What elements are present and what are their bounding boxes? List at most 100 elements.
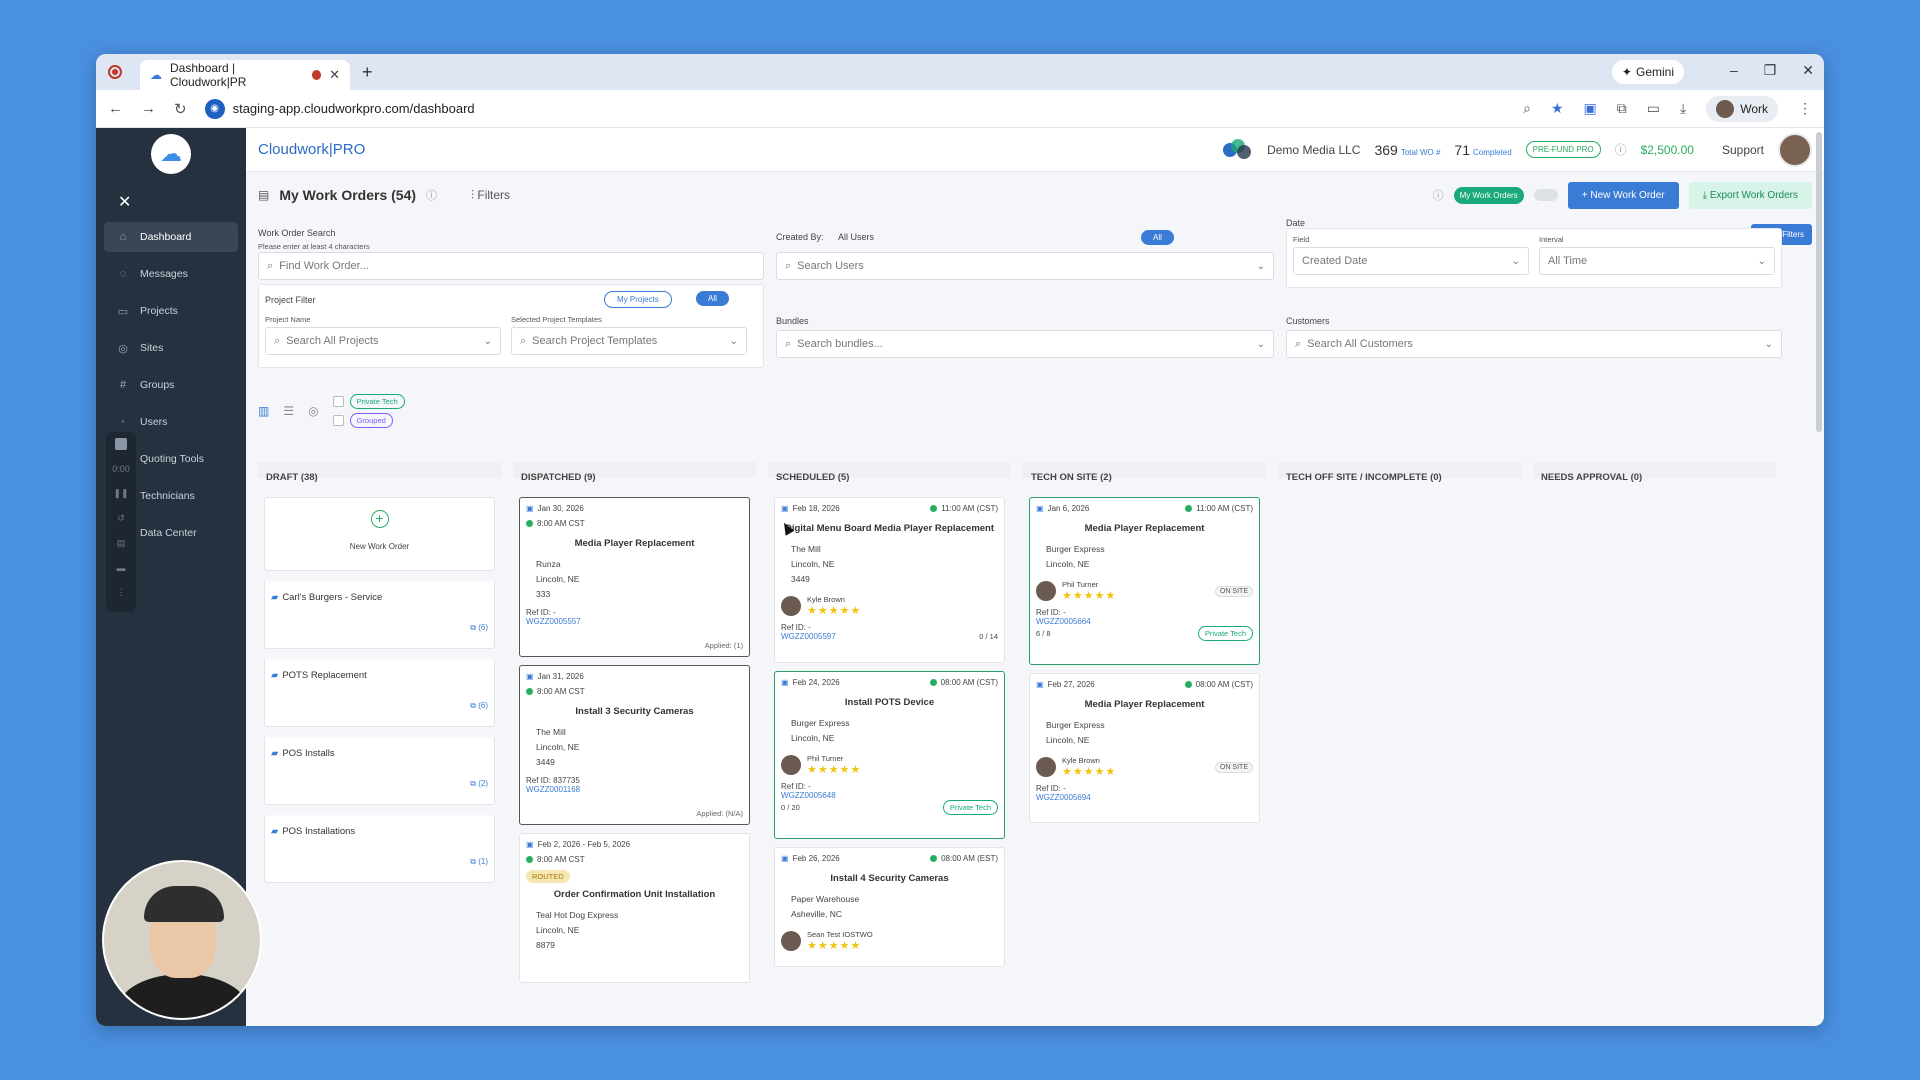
page-title: My Work Orders (54) <box>279 187 417 203</box>
my-projects-pill[interactable]: My Projects <box>604 291 672 308</box>
forward-icon[interactable]: → <box>141 100 156 117</box>
close-tab-icon[interactable]: ✕ <box>329 67 340 83</box>
restore-icon[interactable]: ❐ <box>1764 62 1777 79</box>
work-order-link[interactable]: WGZZ0001168 <box>526 785 743 794</box>
puzzle-icon[interactable]: ⧉ <box>1617 100 1627 117</box>
bundles-select[interactable]: ⌕ Search bundles... ⌄ <box>776 330 1274 358</box>
calendar-icon: ▣ <box>1036 680 1044 689</box>
sidebar-item-messages[interactable]: ◌ Messages <box>104 259 238 289</box>
work-order-link[interactable]: WGZZ0005597 <box>781 632 836 641</box>
customers-select[interactable]: ⌕ Search All Customers ⌄ <box>1286 330 1782 358</box>
status-dot-icon <box>526 688 533 696</box>
list-view-icon[interactable]: ☰ <box>283 404 294 418</box>
card-title: Install POTS Device <box>844 697 935 708</box>
address-bar: ← → ↻ ◉ staging-app.cloudworkpro.com/das… <box>96 90 1824 128</box>
title-info-icon[interactable]: ⓘ <box>426 187 437 203</box>
gemini-button[interactable]: ✦ Gemini <box>1611 60 1684 84</box>
pause-icon[interactable]: ❚❚ <box>113 488 128 499</box>
sidebar-item-projects[interactable]: ▭ Projects <box>104 296 238 326</box>
brand-name[interactable]: Cloudwork|PRO <box>258 141 365 158</box>
download-icon[interactable]: ⤓ <box>1680 100 1686 117</box>
created-by-label: Created By: <box>776 232 824 242</box>
menu-dots-icon[interactable]: ⋮ <box>1798 100 1812 117</box>
work-order-link[interactable]: WGZZ0005664 <box>1036 617 1253 626</box>
date-field-select[interactable]: Created Date ⌄ <box>1293 247 1529 275</box>
board-view-icon[interactable]: ▥ <box>258 404 269 418</box>
new-work-order-card[interactable]: + New Work Order <box>264 497 495 571</box>
draft-project-item[interactable]: ▰ POTS Replacement ⧉ (6) <box>264 657 495 727</box>
scrollbar[interactable] <box>1816 132 1822 432</box>
bookmark-star-icon[interactable]: ★ <box>1551 100 1564 117</box>
templates-select[interactable]: ⌕ Search Project Templates ⌄ <box>511 327 747 355</box>
work-order-card[interactable]: ▣ Feb 24, 2026 08:00 AM (CST) Install POTS… <box>774 671 1005 839</box>
restart-icon[interactable]: ↺ <box>117 513 125 524</box>
grouped-checkbox[interactable] <box>332 415 344 426</box>
close-sidebar-icon[interactable]: ✕ <box>118 192 246 212</box>
url-field[interactable]: ◉ staging-app.cloudworkpro.com/dashboard <box>204 98 1506 119</box>
work-order-card[interactable]: ▣ Jan 30, 2026 8:00 AM CST Media Player R… <box>519 497 750 657</box>
company-name[interactable]: Demo Media LLC <box>1267 143 1360 157</box>
search-users-select[interactable]: ⌕ Search Users ⌄ <box>776 252 1274 280</box>
private-tech-checkbox[interactable] <box>332 396 344 407</box>
status-dot-icon <box>930 855 938 863</box>
calendar-icon: ▣ <box>526 840 534 849</box>
work-order-card[interactable]: ▣ Jan 6, 2026 11:00 AM (CST) Media Player … <box>1029 497 1260 665</box>
browser-tab[interactable]: ☁ Dashboard | Cloudwork|PR ✕ <box>140 60 350 90</box>
draft-project-item[interactable]: ▰ POS Installs ⧉ (2) <box>264 735 495 805</box>
minimize-icon[interactable]: – <box>1730 62 1738 79</box>
site-info-icon[interactable]: ◉ <box>204 98 225 119</box>
back-icon[interactable]: ← <box>108 100 123 117</box>
info-icon[interactable]: ⓘ <box>1615 141 1627 158</box>
support-link[interactable]: Support <box>1722 143 1764 157</box>
created-by-all-pill[interactable]: All <box>1141 230 1174 245</box>
draft-project-item[interactable]: ▰ Carl's Burgers - Service ⧉ (6) <box>264 579 495 649</box>
prefund-badge[interactable]: PRE-FUND PRO <box>1525 141 1601 158</box>
private-tech-badge: Private Tech <box>942 800 998 815</box>
copies-icon: ⧉ <box>470 779 476 788</box>
sidebar-item-sites[interactable]: ◎ Sites <box>104 333 238 363</box>
my-work-orders-pill[interactable]: My Work Orders <box>1453 186 1524 204</box>
trash-icon[interactable]: ▤ <box>117 538 126 549</box>
map-view-icon[interactable]: ◎ <box>308 404 318 418</box>
field-label: Field <box>1293 235 1310 244</box>
new-work-order-button[interactable]: + New Work Order <box>1567 181 1679 209</box>
stop-recording-icon[interactable] <box>115 438 127 450</box>
work-order-link[interactable]: WGZZ0005694 <box>1036 793 1253 802</box>
screen-cast-icon[interactable]: ▭ <box>1647 100 1660 117</box>
close-window-icon[interactable]: ✕ <box>1802 62 1814 79</box>
project-name-label: Project Name <box>265 315 311 324</box>
extension-icon[interactable]: ▣ <box>1584 100 1597 117</box>
export-work-orders-button[interactable]: ⤓ Export Work Orders <box>1688 181 1812 209</box>
my-wo-info-icon[interactable]: ⓘ <box>1433 187 1444 203</box>
project-name-select[interactable]: ⌕ Search All Projects ⌄ <box>265 327 501 355</box>
user-avatar[interactable] <box>1778 132 1812 167</box>
new-tab-button[interactable]: + <box>362 62 373 83</box>
work-order-card[interactable]: ▣ Feb 27, 2026 08:00 AM (CST) Media Player… <box>1029 673 1260 823</box>
sidebar-item-dashboard[interactable]: ⌂ Dashboard <box>104 222 238 252</box>
work-order-card[interactable]: ▣ Jan 31, 2026 8:00 AM CST Install 3 Secu… <box>519 665 750 825</box>
interval-select[interactable]: All Time ⌄ <box>1539 247 1775 275</box>
filters-button[interactable]: ⫶ Filters <box>471 188 510 203</box>
work-order-card[interactable]: ▣ Feb 26, 2026 08:00 AM (EST) Install 4 Se… <box>774 847 1005 967</box>
chat-icon: ◌ <box>119 268 127 280</box>
sidebar-item-groups[interactable]: # Groups <box>104 370 238 400</box>
my-work-orders-toggle[interactable] <box>1533 189 1558 201</box>
status-dot-icon <box>1185 505 1193 513</box>
work-order-link[interactable]: WGZZ0005557 <box>526 617 743 626</box>
interval-label: Interval <box>1539 235 1564 244</box>
work-order-card[interactable]: ▣ Feb 18, 2026 11:00 AM (CST) Digital Menu… <box>774 497 1005 663</box>
cloud-logo-icon[interactable]: ☁ <box>151 134 191 174</box>
grid-icon[interactable]: ⋮ <box>117 587 126 598</box>
home-icon: ⌂ <box>119 231 127 243</box>
reload-icon[interactable]: ↻ <box>174 100 187 118</box>
wo-search-input[interactable]: ⌕ Find Work Order... <box>258 252 764 280</box>
work-order-link[interactable]: WGZZ0005648 <box>781 791 998 800</box>
draft-project-item[interactable]: ▰ POS Installations ⧉ (1) <box>264 813 495 883</box>
on-site-badge: ON SITE <box>1214 585 1253 597</box>
mic-icon[interactable]: ▬ <box>117 563 126 573</box>
profile-button[interactable]: Work <box>1706 95 1778 122</box>
zoom-icon[interactable]: ⌕ <box>1523 100 1531 117</box>
browser-window: ☁ Dashboard | Cloudwork|PR ✕ + ✦ Gemini –… <box>96 54 1824 1026</box>
all-projects-pill[interactable]: All <box>696 291 729 306</box>
work-order-card[interactable]: ▣ Feb 2, 2026 - Feb 5, 2026 8:00 AM CST R… <box>519 833 750 983</box>
